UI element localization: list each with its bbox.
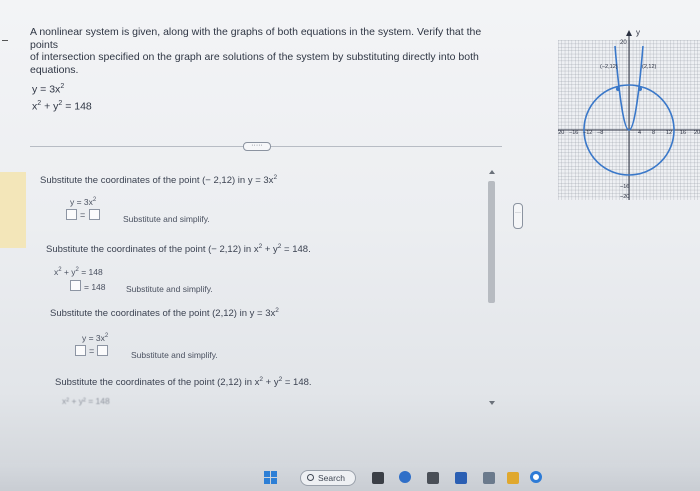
step-4-instruction-pre: Substitute the coordinates of the point … [55,377,260,389]
exponent: 2 [104,333,109,340]
y-tick-bottom-2: −20 [620,194,629,200]
equation-2-y: + y [41,100,59,112]
step-3-instruction-text: Substitute the coordinates of the point … [50,308,276,320]
system-equations: y = 3x2 x2 + y2 = 148 [32,80,92,113]
file-explorer-icon[interactable] [427,472,439,484]
step-2-instruction-pre: Substitute the coordinates of the point … [46,244,259,256]
equation-1-text: y = 3x [32,83,61,96]
step-3-answer-box-right[interactable] [97,345,108,356]
step-1-answer-box-left[interactable] [66,209,77,220]
step-2-answer-box[interactable] [70,280,81,291]
step-3-formula-text: y = 3x [82,333,105,343]
step-4-formula: x² + y² = 148 [62,396,110,406]
step-2-formula-y: + y [61,267,76,277]
left-edge-marker [2,40,8,41]
graph-panel: y 20 (−2,12) (2,12) −20−16−12−848121620 … [555,28,700,205]
x-tick-label: 8 [652,130,655,136]
exponent: 2 [60,83,65,90]
question-line-3: equations. [30,63,79,76]
equation-2-rhs: = 148 [62,100,92,112]
y-axis-label: y [636,30,640,37]
store-app-icon[interactable] [483,472,495,484]
word-app-icon[interactable] [455,472,467,484]
folder-app-icon[interactable] [507,472,519,484]
intersection-point-left [616,87,620,91]
intersection-point-right [638,87,642,91]
equals-sign: = [89,346,95,356]
step-4-instruction: Substitute the coordinates of the point … [55,376,312,388]
scroll-up-arrow-icon[interactable] [489,170,495,174]
step-1-hint: Substitute and simplify. [123,214,210,224]
step-3-instruction: Substitute the coordinates of the point … [50,307,279,319]
x-tick-label: 12 [666,130,672,136]
graph-svg: y 20 (−2,12) (2,12) −20−16−12−848121620 … [555,28,700,200]
question-text: A nonlinear system is given, along with … [30,26,510,76]
x-tick-label: −8 [597,130,603,136]
question-line-1: A nonlinear system is given, along with … [30,26,482,51]
x-tick-label: 4 [638,130,641,136]
x-tick-label: −20 [558,130,564,136]
step-1-formula: y = 3x2 [70,197,96,207]
exponent: 2 [273,174,278,181]
step-2-formula-rhs: = 148 [78,267,103,277]
search-icon [307,474,314,481]
chat-app-icon[interactable] [399,471,411,483]
equation-2: x2 + y2 = 148 [32,97,92,114]
step-4-instruction-mid: + y [263,377,279,389]
taskbar-search-box[interactable]: Search [300,470,356,486]
exponent: 2 [92,197,97,204]
step-2-formula: x2 + y2 = 148 [54,267,103,277]
step-2-instruction-post: = 148. [281,244,311,256]
exponent: 2 [275,307,279,314]
step-2-hint: Substitute and simplify. [126,284,213,294]
x-tick-label: 20 [694,130,700,136]
scroll-down-arrow-icon[interactable] [489,401,495,405]
step-3-formula: y = 3x2 [82,333,108,343]
step-1-instruction: Substitute the coordinates of the point … [40,174,277,186]
task-view-icon[interactable] [372,472,384,484]
point-label-right: (2,12) [642,64,657,70]
x-tick-label: −16 [569,130,578,136]
step-2-instruction: Substitute the coordinates of the point … [46,243,311,255]
search-label: Search [318,473,345,483]
y-tick-bottom-1: −16 [620,184,629,190]
expand-button[interactable]: ····· [243,142,271,151]
step-2-instruction-mid: + y [262,244,278,256]
panel-toggle-button[interactable]: ··· [513,203,523,229]
step-1-instruction-text: Substitute the coordinates of the point … [40,175,274,187]
equals-sign: = [80,210,86,220]
current-step-highlight [0,172,26,248]
x-tick-label: 16 [680,130,686,136]
step-1-answer-box-right[interactable] [89,209,100,220]
step-2-box-suffix: = 148 [84,282,106,292]
y-axis-arrow-icon [626,30,632,36]
step-1-formula-text: y = 3x [70,197,93,207]
step-3-hint: Substitute and simplify. [131,350,218,360]
browser-app-icon[interactable] [530,471,542,483]
step-4-instruction-post: = 148. [282,377,312,389]
y-tick-top: 20 [620,40,627,46]
scroll-thumb[interactable] [488,181,495,303]
point-label-left: (−2,12) [600,64,618,70]
step-3-answer-box-left[interactable] [75,345,86,356]
x-tick-label: −12 [583,130,592,136]
equation-1: y = 3x2 [32,80,92,97]
question-line-2: of intersection specified on the graph a… [30,51,479,63]
windows-start-icon[interactable] [264,471,278,485]
